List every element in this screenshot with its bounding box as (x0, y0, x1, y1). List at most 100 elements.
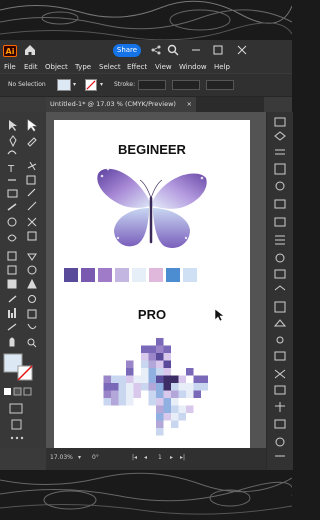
pixel-cell (186, 390, 194, 398)
pixel-cell (163, 383, 171, 391)
pixel-cell (148, 345, 156, 353)
pixel-cell (163, 390, 171, 398)
pixel-cell (133, 390, 141, 398)
variable-width-field[interactable] (172, 80, 200, 90)
pixel-cell (163, 360, 171, 368)
tools-panel: T (0, 112, 47, 448)
pixel-cell (171, 383, 179, 391)
menu-file[interactable]: File (4, 61, 16, 73)
pixel-cell (118, 398, 126, 406)
close-window-icon[interactable] (236, 44, 248, 56)
control-bar: No Selection ▾ ▾ Stroke: (0, 74, 292, 97)
pixel-cell (111, 383, 119, 391)
search-icon[interactable] (167, 44, 179, 56)
pixel-cell (171, 375, 179, 383)
brush-definition-field[interactable] (206, 80, 234, 90)
pixel-cell (186, 383, 194, 391)
pixel-cell (201, 383, 208, 391)
share-button[interactable]: Share (113, 44, 141, 57)
artboard[interactable]: BEGINEER PRO (54, 120, 250, 448)
pixel-cell (133, 383, 141, 391)
zoom-level[interactable]: 17.03% (50, 454, 73, 461)
pixel-cell (111, 398, 119, 406)
pixel-cell (141, 368, 149, 376)
first-artboard-icon[interactable]: |◂ (132, 454, 137, 461)
pixel-cell (148, 353, 156, 361)
pixel-butterfly[interactable] (96, 338, 208, 450)
pixel-cell (148, 390, 156, 398)
palette-swatch[interactable] (166, 268, 180, 282)
document-tab-bar: Untitled-1* @ 17.03 % (CMYK/Preview) × (46, 97, 264, 112)
svg-text:T: T (7, 164, 15, 175)
artboard-number[interactable]: 1 (158, 454, 162, 461)
panels-dock (266, 112, 293, 470)
pixel-cell (111, 390, 119, 398)
illustrator-window: Ai Share File Edit Object Type Select Ef… (0, 40, 293, 470)
app-header: Ai Share (0, 40, 292, 61)
pixel-cell (156, 420, 164, 428)
pixel-cell (193, 375, 201, 383)
collaborate-icon[interactable] (150, 44, 162, 56)
canvas-area[interactable]: BEGINEER PRO (46, 112, 266, 448)
last-artboard-icon[interactable]: ▸| (180, 454, 185, 461)
background-pattern-bottom (0, 470, 292, 520)
pixel-cell (156, 405, 164, 413)
pixel-cell (126, 368, 134, 376)
pixel-cell (118, 375, 126, 383)
pixel-cell (156, 368, 164, 376)
pixel-cell (103, 383, 111, 391)
next-artboard-icon[interactable]: ▸ (170, 454, 173, 461)
stroke-none-swatch[interactable] (85, 79, 97, 91)
pixel-cell (141, 345, 149, 353)
fill-swatch[interactable] (57, 79, 71, 91)
palette-swatch[interactable] (132, 268, 146, 282)
pixel-cell (171, 405, 179, 413)
palette-swatch[interactable] (64, 268, 78, 282)
close-tab-icon[interactable]: × (187, 97, 192, 112)
prev-artboard-icon[interactable]: ◂ (144, 454, 147, 461)
pixel-cell (163, 413, 171, 421)
minimize-icon[interactable] (190, 44, 202, 56)
palette-swatch[interactable] (149, 268, 163, 282)
zoom-dropdown-icon[interactable]: ▾ (78, 454, 81, 461)
selection-status: No Selection (8, 81, 46, 88)
pixel-cell (111, 375, 119, 383)
menu-edit[interactable]: Edit (24, 61, 38, 73)
palette-swatch[interactable] (98, 268, 112, 282)
pixel-cell (148, 383, 156, 391)
pixel-cell (141, 383, 149, 391)
pixel-cell (201, 375, 208, 383)
pixel-cell (126, 390, 134, 398)
menu-help[interactable]: Help (214, 61, 230, 73)
palette-swatch[interactable] (115, 268, 129, 282)
pixel-cell (148, 375, 156, 383)
menu-select[interactable]: Select (99, 61, 121, 73)
butterfly-illustration[interactable] (94, 160, 210, 256)
stroke-dropdown-icon[interactable]: ▾ (100, 81, 103, 88)
pixel-cell (103, 375, 111, 383)
palette-swatch[interactable] (81, 268, 95, 282)
fill-dropdown-icon[interactable]: ▾ (73, 81, 76, 88)
palette-swatch[interactable] (183, 268, 197, 282)
home-icon[interactable] (23, 44, 37, 56)
pixel-cell (186, 405, 194, 413)
status-bar: 17.03% ▾ 0° |◂ ◂ 1 ▸ ▸| (46, 448, 266, 470)
pixel-cell (148, 360, 156, 368)
maximize-icon[interactable] (212, 44, 224, 56)
pixel-cell (148, 398, 156, 406)
menu-view[interactable]: View (155, 61, 172, 73)
menu-type[interactable]: Type (75, 61, 91, 73)
pixel-cell (163, 353, 171, 361)
stroke-weight-field[interactable] (138, 80, 166, 90)
menu-effect[interactable]: Effect (127, 61, 147, 73)
pixel-cell (178, 405, 186, 413)
pixel-cell (156, 428, 164, 436)
menu-object[interactable]: Object (45, 61, 68, 73)
rotation-value[interactable]: 0° (92, 454, 99, 461)
pixel-cell (163, 398, 171, 406)
beginner-title: BEGINEER (118, 142, 186, 157)
document-tab[interactable]: Untitled-1* @ 17.03 % (CMYK/Preview) × (46, 97, 196, 112)
menu-bar: File Edit Object Type Select Effect View… (0, 61, 292, 73)
menu-window[interactable]: Window (179, 61, 207, 73)
pixel-cell (178, 413, 186, 421)
